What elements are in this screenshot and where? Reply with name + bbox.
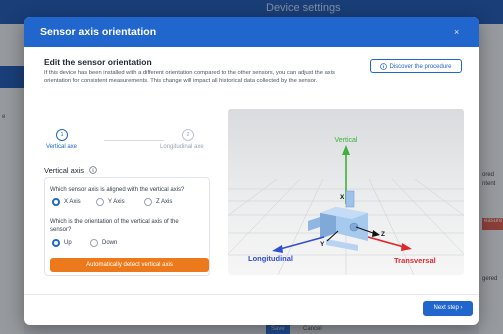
step-2-label: Longitudinal axe xyxy=(160,144,204,150)
discover-procedure-label: Discover the procedure xyxy=(389,64,452,70)
section-title: Edit the sensor orientation xyxy=(44,57,152,67)
radio-down[interactable]: Down xyxy=(90,239,117,247)
radio-up-label: Up xyxy=(64,240,72,246)
info-circle-icon xyxy=(380,63,388,70)
sensor-3d-view[interactable]: Vertical X Z Y Longitudinal Transversal xyxy=(228,109,464,275)
axis-x-label: X xyxy=(340,194,345,201)
step-1-label: Vertical axe xyxy=(46,144,78,150)
next-step-label: Next step xyxy=(433,305,459,311)
radio-selected-icon xyxy=(52,198,60,206)
radio-x-axis[interactable]: X Axis xyxy=(52,198,81,206)
modal-title: Sensor axis orientation xyxy=(40,26,157,38)
vertical-axis-title: Vertical axis xyxy=(44,166,85,175)
axis-y-label: Y xyxy=(320,241,325,248)
stepper-line xyxy=(104,140,164,141)
radio-unselected-icon xyxy=(90,239,98,247)
question-orientation: Which is the orientation of the vertical… xyxy=(50,219,179,233)
transversal-label: Transversal xyxy=(394,256,436,265)
chevron-right-icon: › xyxy=(460,305,463,311)
radio-z-axis[interactable]: Z Axis xyxy=(144,198,172,206)
radio-unselected-icon xyxy=(144,198,152,206)
radio-y-axis-label: Y Axis xyxy=(108,199,125,205)
section-description: If this device has been installed with a… xyxy=(44,70,335,84)
radio-x-axis-label: X Axis xyxy=(64,199,81,205)
vertical-label: Vertical xyxy=(335,137,358,144)
radio-unselected-icon xyxy=(96,198,104,206)
sensor-orientation-modal: Sensor axis orientation × Edit the senso… xyxy=(24,17,479,325)
modal-header: Sensor axis orientation × xyxy=(24,17,479,47)
auto-detect-button[interactable]: Automatically detect vertical axis xyxy=(50,258,209,272)
radio-z-axis-label: Z Axis xyxy=(156,199,173,205)
next-step-button[interactable]: Next step › xyxy=(423,301,473,316)
info-icon[interactable] xyxy=(89,166,97,174)
close-icon[interactable]: × xyxy=(454,27,459,37)
radio-down-label: Down xyxy=(102,240,118,246)
step-1-circle: 1 xyxy=(56,129,68,141)
step-2-circle: 2 xyxy=(182,129,194,141)
radio-selected-icon xyxy=(52,239,60,247)
axis-z-label: Z xyxy=(381,231,385,238)
modal-footer xyxy=(24,294,479,325)
longitudinal-label: Longitudinal xyxy=(248,254,293,263)
discover-procedure-button[interactable]: Discover the procedure xyxy=(370,59,462,73)
question-aligned-axis: Which sensor axis is aligned with the ve… xyxy=(50,187,185,193)
radio-y-axis[interactable]: Y Axis xyxy=(96,198,125,206)
radio-up[interactable]: Up xyxy=(52,239,72,247)
